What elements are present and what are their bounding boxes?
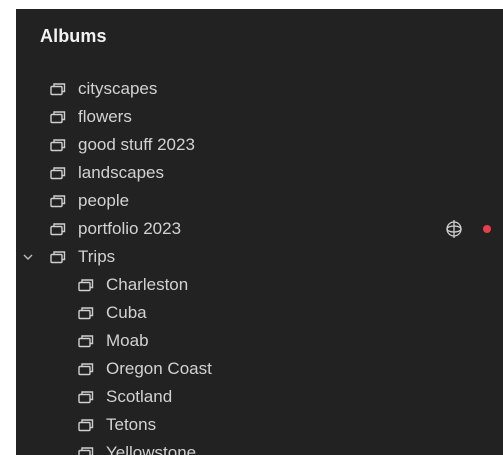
album-stack-icon <box>50 251 66 264</box>
album-item-oregon-coast[interactable]: Oregon Coast <box>16 355 503 383</box>
status-dot-icon <box>483 225 491 233</box>
album-item-yellowstone[interactable]: Yellowstone <box>16 439 503 455</box>
album-label: cityscapes <box>78 79 158 98</box>
album-label: Oregon Coast <box>106 359 212 378</box>
sync-globe-icon[interactable] <box>444 219 464 239</box>
album-stack-icon <box>78 335 94 348</box>
album-label: Moab <box>106 331 149 350</box>
album-item-moab[interactable]: Moab <box>16 327 503 355</box>
album-label: portfolio 2023 <box>78 219 182 238</box>
album-stack-icon <box>78 447 94 455</box>
album-label: people <box>78 191 130 210</box>
album-stack-icon <box>78 419 94 432</box>
album-label: Scotland <box>106 387 173 406</box>
album-folder-trips[interactable]: Trips <box>16 243 503 271</box>
album-item-tetons[interactable]: Tetons <box>16 411 503 439</box>
album-stack-icon <box>50 167 66 180</box>
album-item-cityscapes[interactable]: cityscapes <box>16 75 503 103</box>
album-stack-icon <box>78 279 94 292</box>
album-label: Yellowstone <box>106 443 197 455</box>
album-label: landscapes <box>78 163 165 182</box>
album-item-cuba[interactable]: Cuba <box>16 299 503 327</box>
album-stack-icon <box>50 139 66 152</box>
album-stack-icon <box>50 83 66 96</box>
album-label: good stuff 2023 <box>78 135 195 154</box>
album-item-landscapes[interactable]: landscapes <box>16 159 503 187</box>
album-label: Tetons <box>106 415 157 434</box>
albums-panel: Albums cityscapes flowers good stuff 202… <box>16 9 503 455</box>
album-stack-icon <box>78 307 94 320</box>
album-label: Charleston <box>106 275 189 294</box>
album-item-scotland[interactable]: Scotland <box>16 383 503 411</box>
album-folder-label: Trips <box>78 247 116 266</box>
album-stack-icon <box>78 391 94 404</box>
album-item-good-stuff-2023[interactable]: good stuff 2023 <box>16 131 503 159</box>
album-item-charleston[interactable]: Charleston <box>16 271 503 299</box>
album-stack-icon <box>50 223 66 236</box>
chevron-down-icon[interactable] <box>22 251 34 263</box>
album-label: Cuba <box>106 303 147 322</box>
album-item-portfolio-2023[interactable]: portfolio 2023 <box>16 215 503 243</box>
album-stack-icon <box>50 195 66 208</box>
album-label: flowers <box>78 107 132 126</box>
album-item-flowers[interactable]: flowers <box>16 103 503 131</box>
panel-title: Albums <box>40 26 107 46</box>
album-item-people[interactable]: people <box>16 187 503 215</box>
album-stack-icon <box>78 363 94 376</box>
album-stack-icon <box>50 111 66 124</box>
